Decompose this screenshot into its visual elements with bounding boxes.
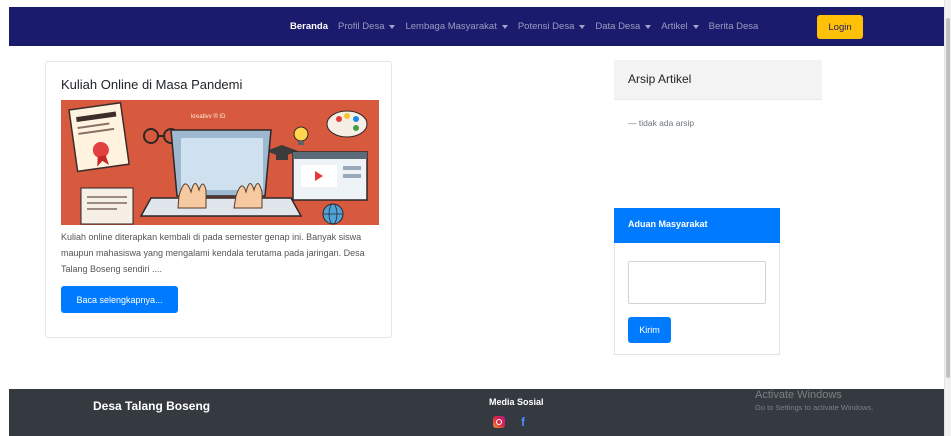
watermark-subtitle: Go to Settings to activate Windows. — [755, 403, 874, 412]
nav-lembaga-masyarakat[interactable]: Lembaga Masyarakat — [400, 21, 512, 32]
complaint-title: Aduan Masyarakat — [628, 219, 708, 229]
chevron-down-icon — [645, 24, 652, 29]
page-scrollbar[interactable] — [944, 0, 951, 436]
nav-beranda[interactable]: Beranda — [285, 21, 333, 32]
main-navbar: Beranda Profil Desa Lembaga Masyarakat P… — [9, 7, 944, 46]
login-button[interactable]: Login — [817, 15, 863, 39]
complaint-header: Aduan Masyarakat — [614, 208, 780, 243]
instagram-icon[interactable] — [493, 416, 505, 428]
submit-button[interactable]: Kirim — [628, 317, 671, 343]
nav-artikel-label: Artikel — [661, 21, 688, 32]
nav-berita-desa[interactable]: Berita Desa — [704, 21, 764, 32]
image-banner-text: kreativv ® ID — [191, 113, 226, 120]
chevron-down-icon — [579, 24, 586, 29]
archive-empty-text: — tidak ada arsip — [628, 118, 695, 128]
chevron-down-icon — [692, 24, 699, 29]
archive-header: Arsip Artikel — [614, 60, 822, 100]
nav-artikel[interactable]: Artikel — [656, 21, 703, 32]
complaint-textarea[interactable] — [628, 261, 766, 304]
complaint-card: Aduan Masyarakat Kirim — [614, 208, 780, 355]
footer-brand: Desa Talang Boseng — [93, 399, 211, 413]
page-top-strip — [0, 0, 951, 7]
chevron-down-icon — [501, 24, 508, 29]
nav-profil-desa-label: Profil Desa — [338, 21, 385, 32]
scrollbar-thumb[interactable] — [946, 18, 950, 378]
article-title[interactable]: Kuliah Online di Masa Pandemi — [61, 77, 242, 92]
nav-beranda-label: Beranda — [290, 21, 329, 32]
activate-windows-watermark: Activate Windows Go to Settings to activ… — [755, 389, 873, 412]
nav-profil-desa[interactable]: Profil Desa — [333, 21, 400, 32]
footer-social-title: Media Sosial — [489, 397, 544, 407]
read-more-button[interactable]: Baca selengkapnya... — [61, 286, 178, 313]
nav-data-desa[interactable]: Data Desa — [590, 21, 656, 32]
nav-data-desa-label: Data Desa — [595, 21, 641, 32]
article-excerpt: Kuliah online diterapkan kembali di pada… — [61, 232, 365, 274]
page-left-strip — [0, 0, 9, 436]
nav-potensi-desa-label: Potensi Desa — [517, 21, 575, 32]
chevron-down-icon — [389, 24, 396, 29]
article-card: Kuliah Online di Masa Pandemi kreativv ®… — [45, 61, 392, 338]
nav-berita-desa-label: Berita Desa — [708, 21, 759, 32]
social-icons: f — [493, 416, 529, 428]
archive-title: Arsip Artikel — [628, 72, 692, 86]
nav-lembaga-masyarakat-label: Lembaga Masyarakat — [405, 21, 497, 32]
archive-card: Arsip Artikel — tidak ada arsip — [614, 60, 822, 164]
watermark-title: Activate Windows — [755, 389, 842, 401]
facebook-icon[interactable]: f — [517, 416, 529, 428]
nav-potensi-desa[interactable]: Potensi Desa — [513, 21, 591, 32]
article-image[interactable]: kreativv ® ID — [61, 100, 379, 225]
nav-items: Beranda Profil Desa Lembaga Masyarakat P… — [285, 7, 763, 46]
online-learning-illustration: kreativv ® ID — [61, 100, 379, 225]
